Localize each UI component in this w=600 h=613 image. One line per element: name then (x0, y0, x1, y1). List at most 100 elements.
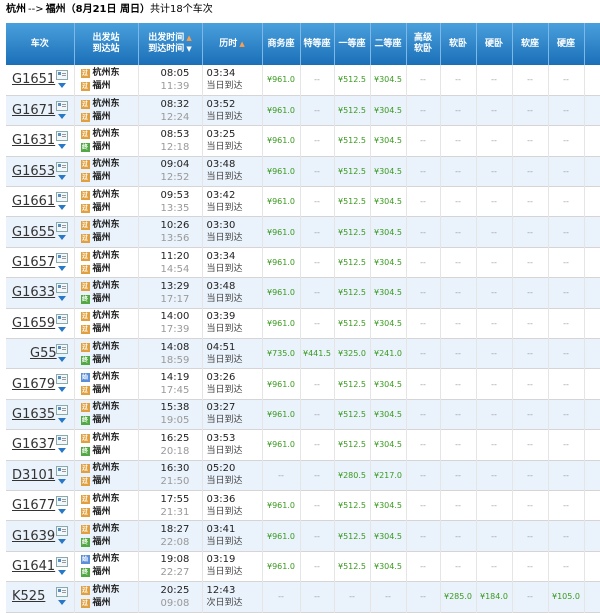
chevron-down-icon[interactable] (58, 600, 66, 606)
train-info-icon[interactable] (56, 192, 68, 203)
to-station[interactable]: 福州 (93, 264, 111, 274)
arrival-note: 当日到达 (206, 293, 243, 304)
train-number-link[interactable]: G1651 (12, 72, 55, 87)
col-times[interactable]: 出发时间 ▲ 到达时间 ▼ (138, 23, 203, 65)
train-info-icon[interactable] (56, 100, 68, 111)
chevron-down-icon[interactable] (58, 539, 66, 545)
train-number-link[interactable]: G1655 (12, 225, 55, 240)
train-number-link[interactable]: K525 (12, 589, 45, 604)
chevron-down-icon[interactable] (58, 478, 66, 484)
chevron-down-icon[interactable] (58, 569, 66, 575)
seat-price: -- (406, 581, 441, 613)
chevron-down-icon[interactable] (58, 508, 66, 514)
to-station[interactable]: 福州 (93, 324, 111, 334)
to-station[interactable]: 福州 (93, 233, 111, 243)
train-info-icon[interactable] (56, 252, 68, 263)
from-station[interactable]: 杭州东 (93, 494, 120, 504)
train-number-link[interactable]: D3101 (12, 468, 55, 483)
chevron-down-icon[interactable] (58, 83, 66, 88)
chevron-down-icon[interactable] (58, 235, 66, 241)
chevron-down-icon[interactable] (58, 174, 66, 180)
train-number-link[interactable]: G1661 (12, 194, 55, 209)
from-station[interactable]: 杭州东 (93, 554, 120, 564)
from-station[interactable]: 杭州东 (93, 281, 120, 291)
from-station[interactable]: 杭州东 (93, 251, 120, 261)
train-info-icon[interactable] (56, 587, 68, 598)
seat-price: -- (406, 95, 441, 126)
to-station[interactable]: 福州 (93, 385, 111, 395)
to-station[interactable]: 福州 (93, 81, 111, 91)
train-info-icon[interactable] (56, 283, 68, 294)
train-number-link[interactable]: G1639 (12, 529, 55, 544)
chevron-down-icon[interactable] (58, 326, 66, 332)
from-station[interactable]: 杭州东 (93, 372, 120, 382)
from-station[interactable]: 杭州东 (93, 402, 120, 412)
to-station[interactable]: 福州 (93, 355, 111, 365)
chevron-down-icon[interactable] (58, 417, 66, 423)
from-station[interactable]: 杭州东 (93, 99, 120, 109)
train-number-link[interactable]: G1679 (12, 377, 55, 392)
from-station[interactable]: 杭州东 (93, 129, 120, 139)
chevron-down-icon[interactable] (58, 113, 66, 119)
from-station[interactable]: 杭州东 (93, 524, 120, 534)
train-number-link[interactable]: G1657 (12, 255, 55, 270)
chevron-down-icon[interactable] (58, 357, 66, 363)
chevron-down-icon[interactable] (58, 296, 66, 302)
col-train[interactable]: 车次 (6, 23, 75, 65)
chevron-down-icon[interactable] (58, 144, 66, 150)
to-station[interactable]: 福州 (93, 476, 111, 486)
to-station[interactable]: 福州 (93, 537, 111, 547)
from-station[interactable]: 杭州东 (93, 159, 120, 169)
train-info-icon[interactable] (56, 222, 68, 233)
train-number-link[interactable]: G55 (30, 346, 57, 361)
train-number-link[interactable]: G1677 (12, 498, 55, 513)
train-number-link[interactable]: G1641 (12, 559, 55, 574)
chevron-down-icon[interactable] (58, 265, 66, 271)
train-info-icon[interactable] (56, 131, 68, 142)
from-station[interactable]: 杭州东 (93, 68, 120, 78)
train-info-icon[interactable] (56, 495, 68, 506)
train-number-link[interactable]: G1653 (12, 164, 55, 179)
train-info-icon[interactable] (56, 556, 68, 567)
to-station[interactable]: 福州 (93, 507, 111, 517)
to-station[interactable]: 福州 (93, 172, 111, 182)
to-station[interactable]: 福州 (93, 294, 111, 304)
to-station[interactable]: 福州 (93, 142, 111, 152)
train-number-link[interactable]: G1659 (12, 316, 55, 331)
to-station[interactable]: 福州 (93, 567, 111, 577)
from-station[interactable]: 杭州东 (93, 190, 120, 200)
train-number-link[interactable]: G1633 (12, 285, 55, 300)
to-station[interactable]: 福州 (93, 446, 111, 456)
train-info-icon[interactable] (56, 465, 68, 476)
train-info-icon[interactable] (56, 313, 68, 324)
train-info-icon[interactable] (56, 374, 68, 385)
sort-desc-icon[interactable]: ▼ (186, 45, 191, 53)
from-station[interactable]: 杭州东 (93, 433, 120, 443)
train-info-icon[interactable] (56, 435, 68, 446)
from-station[interactable]: 杭州东 (93, 585, 120, 595)
train-info-icon[interactable] (56, 526, 68, 537)
to-station[interactable]: 福州 (93, 112, 111, 122)
from-station[interactable]: 杭州东 (93, 463, 120, 473)
to-station[interactable]: 福州 (93, 203, 111, 213)
from-station[interactable]: 杭州东 (93, 342, 120, 352)
train-info-icon[interactable] (56, 161, 68, 172)
train-number-link[interactable]: G1637 (12, 437, 55, 452)
chevron-down-icon[interactable] (58, 448, 66, 454)
sort-asc-icon[interactable]: ▲ (186, 34, 191, 42)
chevron-down-icon[interactable] (58, 205, 66, 211)
to-station[interactable]: 福州 (93, 598, 111, 608)
to-station[interactable]: 福州 (93, 415, 111, 425)
train-number-link[interactable]: G1635 (12, 407, 55, 422)
train-info-icon[interactable] (56, 404, 68, 415)
chevron-down-icon[interactable] (58, 387, 66, 393)
train-info-icon[interactable] (56, 344, 68, 355)
from-station[interactable]: 杭州东 (93, 311, 120, 321)
col-duration[interactable]: 历时 ▲ (202, 23, 263, 65)
sort-asc-icon[interactable]: ▲ (239, 40, 244, 48)
stations-cell: 过杭州东过福州 (74, 216, 139, 248)
train-number-link[interactable]: G1631 (12, 133, 55, 148)
train-info-icon[interactable] (56, 70, 68, 80)
from-station[interactable]: 杭州东 (93, 220, 120, 230)
train-number-link[interactable]: G1671 (12, 103, 55, 118)
